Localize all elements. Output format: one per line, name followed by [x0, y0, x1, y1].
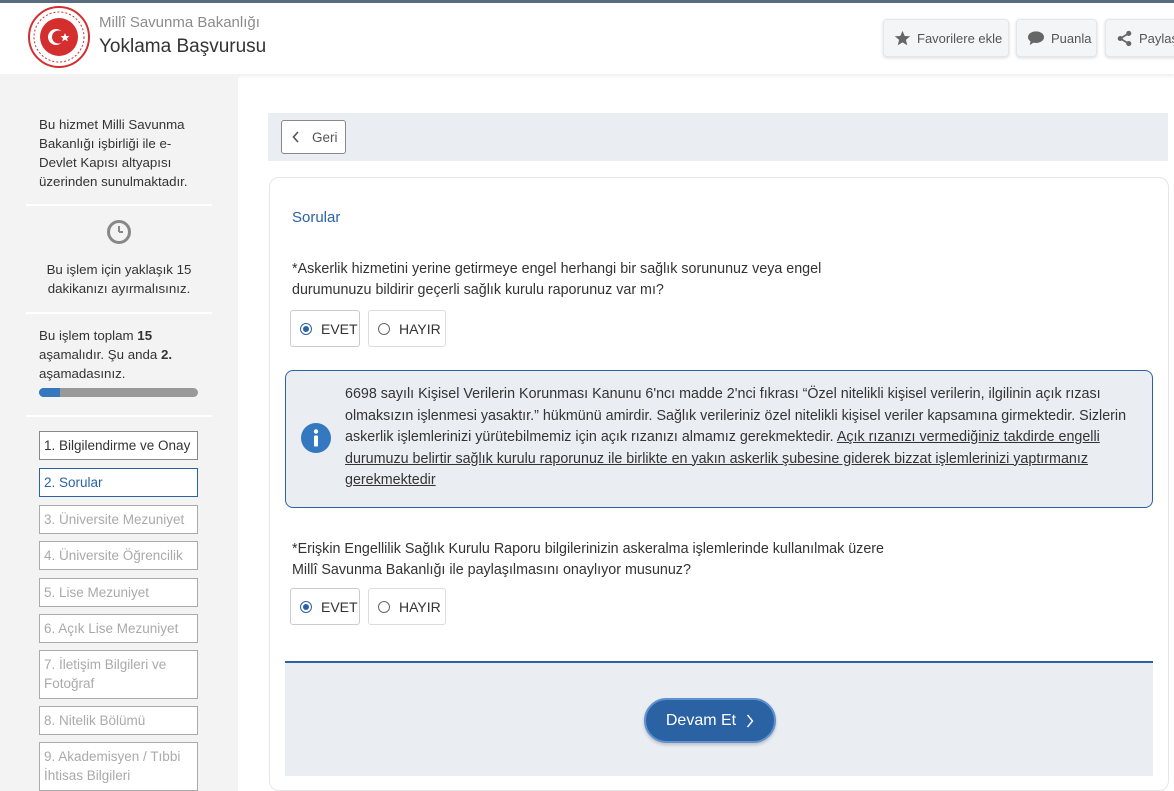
share-button[interactable]: Paylaş	[1105, 19, 1174, 57]
question-health-report: *Askerlik hizmetini yerine getirmeye eng…	[292, 261, 822, 298]
speech-bubble-icon	[1028, 31, 1044, 46]
step-item-universite-mezuniyet: 3. Üniversite Mezuniyet	[39, 505, 198, 534]
share-label: Paylaş	[1139, 30, 1174, 46]
radio-selected-icon	[300, 600, 312, 613]
continue-label: Devam Et	[665, 711, 737, 729]
chevron-right-icon	[747, 714, 754, 727]
radio-unselected-icon	[378, 322, 390, 335]
back-label: Geri	[312, 129, 338, 145]
q1-yes-label: EVET	[321, 320, 358, 337]
ministry-name: Millî Savunma Bakanlığı	[99, 14, 260, 31]
step-item-akademisyen: 9. Akademisyen / Tıbbi İhtisas Bilgileri	[39, 742, 198, 791]
radio-selected-icon	[300, 322, 312, 335]
step-item-sorular[interactable]: 2. Sorular	[39, 468, 198, 497]
star-icon	[894, 30, 911, 45]
section-title: Sorular	[292, 209, 341, 226]
progress-bar	[39, 388, 198, 397]
favorite-label: Favorilere ekle	[917, 30, 1003, 46]
rate-label: Puanla	[1051, 30, 1092, 46]
q1-no-radio[interactable]: HAYIR	[368, 310, 446, 347]
step-item-acik-lise-mezuniyet: 6. Açık Lise Mezuniyet	[39, 614, 198, 643]
q2-no-radio[interactable]: HAYIR	[368, 588, 446, 625]
back-bar	[268, 113, 1168, 161]
info-icon	[301, 423, 331, 453]
q2-yes-radio[interactable]: EVET	[290, 588, 360, 625]
step-item-nitelik: 8. Nitelik Bölümü	[39, 706, 198, 735]
ministry-logo-icon[interactable]	[27, 5, 91, 69]
q1-no-label: HAYIR	[399, 320, 441, 337]
favorite-button[interactable]: Favorilere ekle	[883, 19, 1009, 57]
radio-unselected-icon	[378, 600, 390, 613]
continue-button[interactable]: Devam Et	[644, 698, 776, 743]
clock-icon	[107, 220, 131, 244]
chevron-left-icon	[292, 131, 299, 143]
share-icon	[1117, 30, 1132, 46]
current-step: 2.	[160, 347, 173, 362]
step-item-lise-mezuniyet: 5. Lise Mezuniyet	[39, 578, 198, 607]
step-item-universite-ogrencilik: 4. Üniversite Öğrencilik	[39, 541, 198, 570]
question-share-consent: *Erişkin Engellilik Sağlık Kurulu Raporu…	[292, 541, 884, 578]
estimated-time-text: Bu işlem için yaklaşık 15 dakikanızı ayı…	[46, 262, 192, 296]
step-item-iletisim-bilgileri: 7. İletişim Bilgileri ve Fotoğraf	[39, 650, 198, 699]
progress-fill	[39, 388, 61, 397]
q1-yes-radio[interactable]: EVET	[290, 310, 360, 347]
total-steps: 15	[137, 328, 153, 343]
rate-button[interactable]: Puanla	[1016, 19, 1097, 57]
sidebar-divider	[26, 312, 212, 314]
sidebar-divider	[26, 415, 212, 417]
back-button[interactable]: Geri	[281, 120, 346, 154]
sidebar-divider	[26, 204, 212, 206]
q2-yes-label: EVET	[321, 598, 358, 615]
service-title: Yoklama Başvurusu	[99, 36, 267, 57]
page-header: Millî Savunma Bakanlığı Yoklama Başvurus…	[0, 0, 1174, 74]
kvkk-info-text: 6698 sayılı Kişisel Verilerin Korunması …	[345, 386, 1127, 488]
service-info-text: Bu hizmet Milli Savunma Bakanlığı işbirl…	[39, 117, 188, 189]
step-item-bilgilendirme[interactable]: 1. Bilgilendirme ve Onay	[39, 431, 198, 460]
q2-no-label: HAYIR	[399, 598, 441, 615]
step-progress-text: Bu işlem toplam 15 aşamalıdır. Şu anda 2…	[39, 328, 173, 381]
